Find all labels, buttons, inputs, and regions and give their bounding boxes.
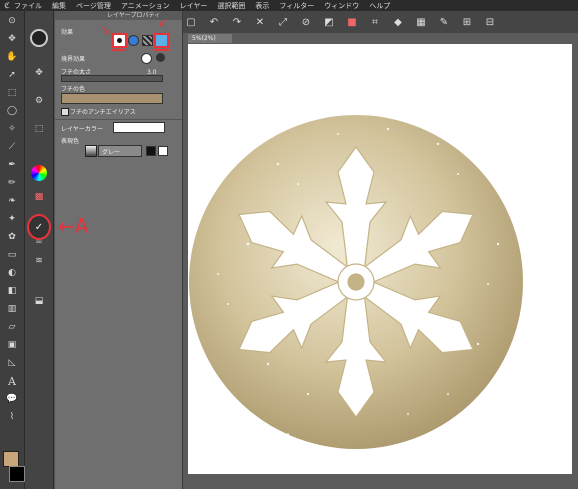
border-option-dark-icon[interactable]	[156, 53, 165, 62]
menu-help[interactable]: ヘルプ	[369, 1, 390, 11]
document-canvas[interactable]	[188, 44, 572, 474]
decoration-icon[interactable]: ✿	[2, 229, 22, 245]
line-correction-icon[interactable]: ⌇	[2, 409, 22, 425]
layer-property-panel: レイヤープロパティ 効果 ↘ ↙ 境界効果 フチの太さ 3.0 フチの色 フチの…	[54, 11, 182, 489]
gradient-icon[interactable]: ▥	[2, 301, 22, 317]
sub-tool-zoom-icon[interactable]	[30, 29, 48, 47]
new-canvas-icon[interactable]: ▢	[183, 14, 199, 30]
ruler-tool-icon[interactable]: ◺	[2, 355, 22, 371]
border-effect-label: 境界効果	[61, 56, 86, 63]
layer-color-label: レイヤーカラー	[61, 126, 103, 133]
airbrush-icon[interactable]: ✦	[2, 211, 22, 227]
border-color-label: フチの色	[61, 86, 86, 93]
panel-divider	[55, 119, 182, 120]
wand-icon[interactable]: ✧	[2, 121, 22, 137]
zoom-tool-icon[interactable]: ⊙	[2, 13, 22, 29]
snowflake-ornament	[189, 115, 523, 449]
annotation-label: ←A	[58, 214, 89, 238]
menu-page[interactable]: ページ管理	[76, 1, 111, 11]
layer-search-icon[interactable]: ≋	[29, 253, 49, 269]
menu-view[interactable]: 表示	[255, 1, 269, 11]
operation-tool-icon[interactable]: ➚	[2, 67, 22, 83]
menu-filter[interactable]: フィルター	[279, 1, 314, 11]
brush-icon[interactable]: ❧	[2, 193, 22, 209]
invert-icon[interactable]: ◩	[321, 14, 337, 30]
menu-edit[interactable]: 編集	[52, 1, 66, 11]
layer-color-swatch[interactable]	[113, 122, 165, 133]
crop-icon[interactable]: ⌗	[367, 14, 383, 30]
sub-tool-layer-icon[interactable]: ⚙	[29, 93, 49, 109]
sub-color-swatch[interactable]	[9, 466, 25, 482]
frame-icon[interactable]: ▣	[2, 337, 22, 353]
pen-icon[interactable]: ✒	[2, 157, 22, 173]
balloon-icon[interactable]: 💬	[2, 391, 22, 407]
red-underline-2	[154, 49, 169, 51]
antialias-label: フチのアンチエイリアス	[70, 109, 136, 116]
expression-color-value: グレー	[102, 149, 121, 156]
eraser-icon[interactable]: ▭	[2, 247, 22, 263]
blend-icon[interactable]: ◐	[2, 265, 22, 281]
rect-select-icon[interactable]: ⬚	[2, 85, 22, 101]
clear-icon[interactable]: ✕	[252, 14, 268, 30]
deselect-icon[interactable]: ⊘	[298, 14, 314, 30]
figure-icon[interactable]: ▱	[2, 319, 22, 335]
red-arrow-right-icon: ↙	[158, 15, 169, 29]
menu-layer[interactable]: レイヤー	[180, 1, 208, 11]
menu-bar: ℭ ファイル 編集 ページ管理 アニメーション レイヤー 選択範囲 表示 フィル…	[0, 0, 578, 11]
expression-color-label: 表現色	[61, 138, 80, 145]
border-effect-dot-icon	[117, 38, 122, 43]
layer-color-effect-button[interactable]	[154, 33, 169, 48]
fill-icon[interactable]: ◧	[2, 283, 22, 299]
redo-icon[interactable]: ↷	[229, 14, 245, 30]
menu-selection[interactable]: 選択範囲	[217, 1, 245, 11]
menu-window[interactable]: ウィンドウ	[324, 1, 359, 11]
command-bar: ▢ ↶ ↷ ✕ ⤢ ⊘ ◩ ■ ⌗ ◆ ▦ ✎ ⊞ ⊟	[183, 11, 578, 33]
quick-access-icon[interactable]: ⬓	[29, 293, 49, 309]
tone-button[interactable]	[142, 35, 153, 46]
sub-tool-select-icon[interactable]: ⬚	[29, 121, 49, 137]
sub-tool-palette: ✥ ⚙ ⬚ ▩ ▤ ⌸ ✓ ≋ ⬓	[25, 11, 54, 489]
sub-tool-move-icon[interactable]: ✥	[29, 65, 49, 81]
expression-color-icon	[85, 145, 97, 157]
expression-color-white-swatch[interactable]	[158, 146, 168, 156]
red-underline-1	[111, 49, 126, 51]
record-icon[interactable]: ■	[344, 14, 360, 30]
main-color-swatch[interactable]	[3, 451, 19, 467]
color-set-icon[interactable]: ▩	[29, 189, 49, 205]
undo-icon[interactable]: ↶	[206, 14, 222, 30]
antialias-checkbox[interactable]	[61, 108, 69, 116]
layer-property-tool-icon[interactable]: ✓	[27, 214, 51, 240]
pencil-icon[interactable]: ✏	[2, 175, 22, 191]
eyedropper-icon[interactable]: ⟋	[2, 139, 22, 155]
transform-icon[interactable]: ⤢	[275, 14, 291, 30]
hand-tool-icon[interactable]: ✋	[2, 49, 22, 65]
expression-color-black-swatch[interactable]	[146, 146, 156, 156]
border-width-slider[interactable]	[61, 75, 163, 82]
canvas-tab[interactable]: 5%(2%)	[188, 34, 232, 43]
border-width-value: 3.0	[147, 69, 157, 76]
menu-file[interactable]: ファイル	[14, 1, 42, 11]
grid-icon[interactable]: ▦	[413, 14, 429, 30]
border-option-circle-icon[interactable]	[141, 53, 152, 64]
tool-palette: ⊙ ✥ ✋ ➚ ⬚ ◯ ✧ ⟋ ✒ ✏ ❧ ✦ ✿ ▭ ◐ ◧ ▥ ▱ ▣ ◺ …	[0, 11, 25, 489]
red-arrow-left-icon: ↘	[100, 23, 111, 37]
lasso-icon[interactable]: ◯	[2, 103, 22, 119]
pen-pressure-icon[interactable]: ✎	[436, 14, 452, 30]
border-color-swatch[interactable]	[61, 93, 163, 104]
color-wheel-icon[interactable]	[31, 165, 47, 181]
extract-line-button[interactable]	[128, 35, 139, 46]
menu-animation[interactable]: アニメーション	[121, 1, 170, 11]
move-tool-icon[interactable]: ✥	[2, 31, 22, 47]
ruler-icon[interactable]: ⊟	[482, 14, 498, 30]
snap-icon[interactable]: ⊞	[459, 14, 475, 30]
fill-selection-icon[interactable]: ◆	[390, 14, 406, 30]
effect-label: 効果	[61, 29, 74, 36]
app-logo-icon: ℭ	[4, 1, 10, 10]
text-icon[interactable]: A	[2, 373, 22, 389]
